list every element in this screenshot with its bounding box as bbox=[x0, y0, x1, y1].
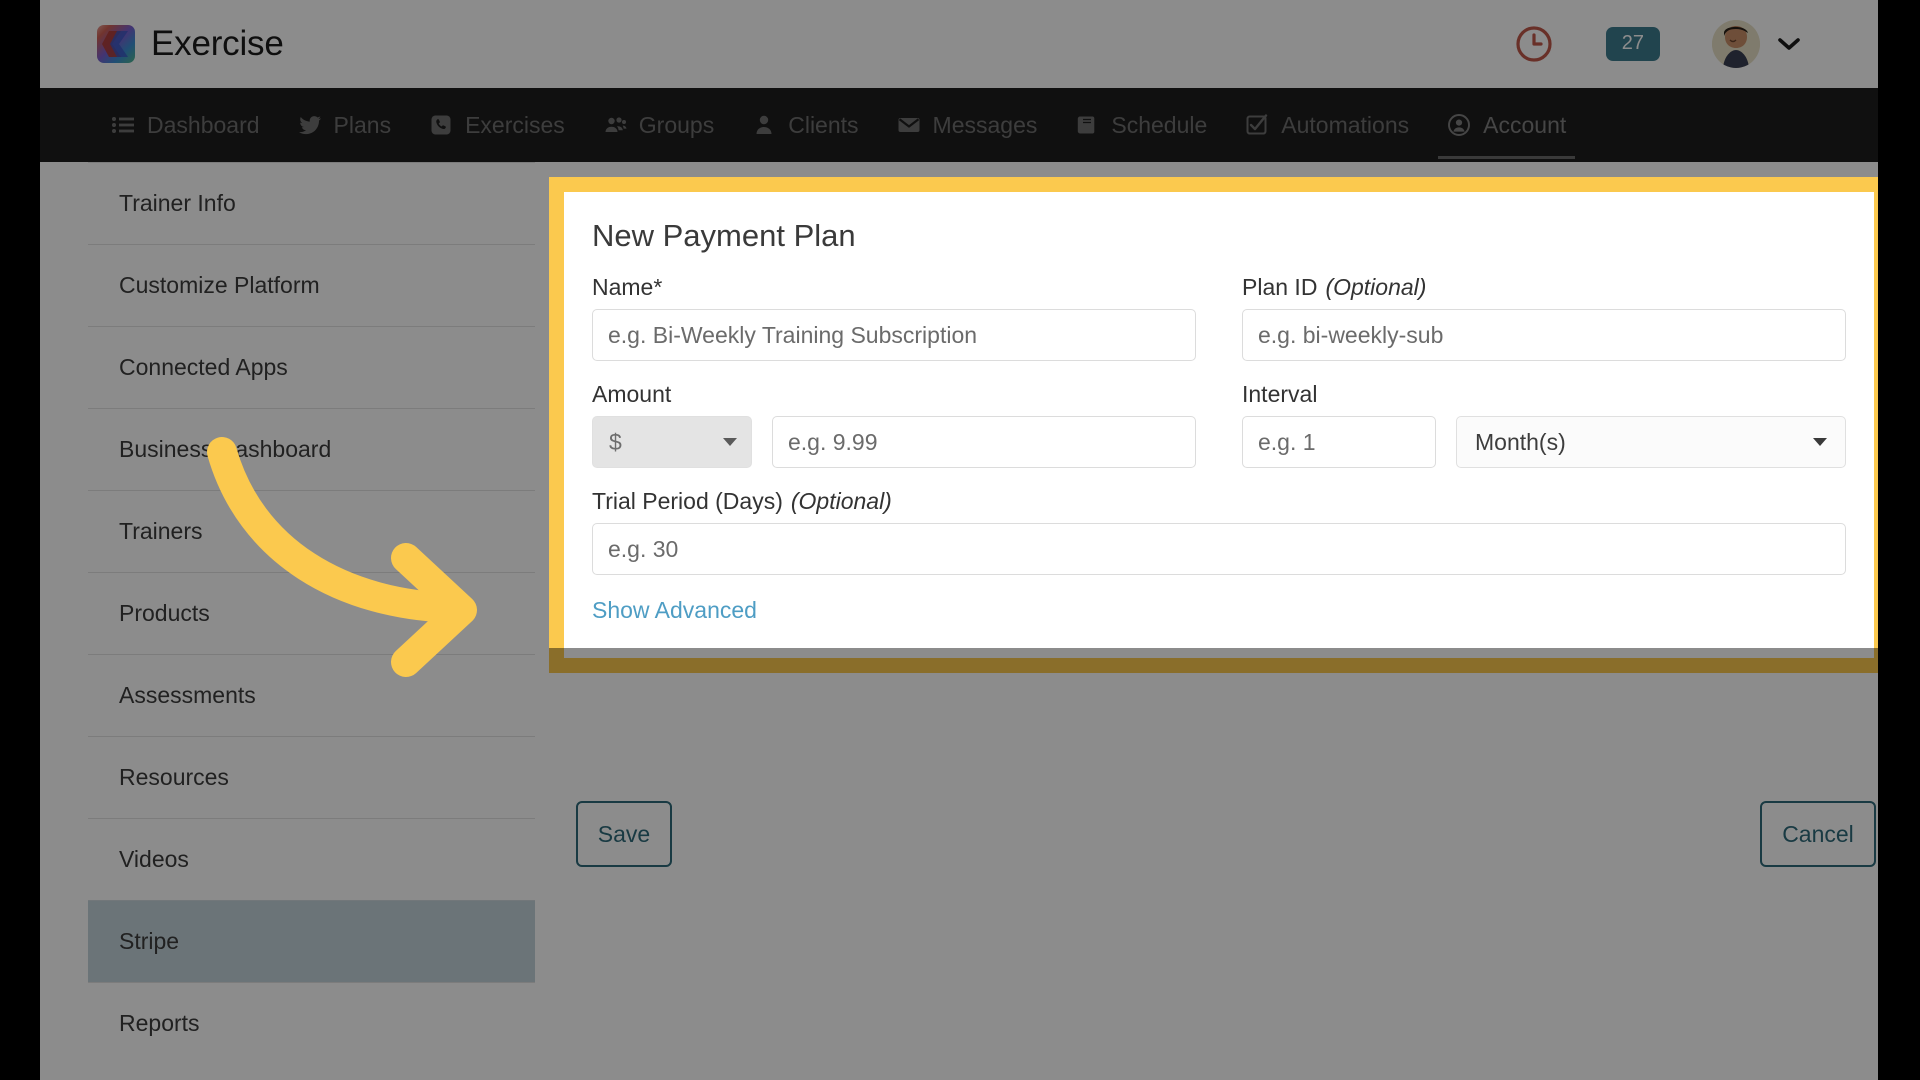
nav-item-dashboard[interactable]: Dashboard bbox=[92, 88, 279, 162]
name-label: Name* bbox=[592, 274, 1196, 301]
plan-id-label: Plan ID (Optional) bbox=[1242, 274, 1846, 301]
sidebar-item-products[interactable]: Products bbox=[88, 572, 535, 654]
interval-unit-selected-value: Month(s) bbox=[1475, 428, 1566, 455]
nav-label: Dashboard bbox=[147, 111, 260, 138]
chevron-down-icon bbox=[1813, 438, 1827, 446]
black-band-left bbox=[0, 0, 40, 1080]
nav-label: Messages bbox=[932, 111, 1038, 138]
sidebar-item-reports[interactable]: Reports bbox=[88, 982, 535, 1064]
nav-item-clients[interactable]: Clients bbox=[733, 88, 877, 162]
sidebar-item-label: Customize Platform bbox=[119, 272, 320, 298]
sidebar-item-connected-apps[interactable]: Connected Apps bbox=[88, 326, 535, 408]
plan-id-field-group: Plan ID (Optional) bbox=[1242, 274, 1846, 361]
sidebar-item-label: Resources bbox=[119, 764, 229, 790]
sidebar-item-label: Trainers bbox=[119, 518, 203, 544]
clock-icon[interactable] bbox=[1514, 24, 1554, 64]
sidebar-item-label: Assessments bbox=[119, 682, 256, 708]
nav-label: Schedule bbox=[1111, 111, 1208, 138]
interval-count-input[interactable] bbox=[1242, 416, 1436, 468]
sidebar-item-label: Videos bbox=[119, 846, 189, 872]
name-input[interactable] bbox=[592, 309, 1196, 361]
notification-badge[interactable]: 27 bbox=[1605, 27, 1660, 61]
currency-selected-value: $ bbox=[609, 428, 622, 455]
header-actions: 27 bbox=[1514, 20, 1800, 68]
sidebar-item-label: Reports bbox=[119, 1010, 200, 1036]
amount-field-group: Amount $ bbox=[592, 381, 1196, 468]
phone-icon bbox=[429, 113, 453, 137]
interval-unit-select[interactable]: Month(s) bbox=[1456, 416, 1846, 468]
nav-label: Automations bbox=[1281, 111, 1410, 138]
sidebar-item-resources[interactable]: Resources bbox=[88, 736, 535, 818]
nav-label: Clients bbox=[788, 111, 859, 138]
page-title: New Payment Plan bbox=[592, 218, 856, 253]
list-icon bbox=[111, 113, 135, 137]
plan-id-label-text: Plan ID bbox=[1242, 274, 1318, 300]
settings-sidebar: Trainer Info Customize Platform Connecte… bbox=[88, 162, 535, 1064]
black-band-right bbox=[1878, 0, 1920, 1080]
currency-select[interactable]: $ bbox=[592, 416, 752, 468]
trial-period-label-text: Trial Period (Days) bbox=[592, 488, 783, 514]
form-actions: Save Cancel bbox=[549, 801, 1878, 871]
check-square-icon bbox=[1245, 113, 1269, 137]
main-navigation: Dashboard Plans Exercises Groups Clients… bbox=[40, 88, 1878, 162]
sidebar-item-label: Products bbox=[119, 600, 210, 626]
avatar[interactable] bbox=[1712, 20, 1760, 68]
interval-label-text: Interval bbox=[1242, 381, 1318, 407]
envelope-icon bbox=[897, 113, 921, 137]
group-icon bbox=[603, 113, 627, 137]
brand-name: Exercise bbox=[151, 24, 284, 63]
sidebar-item-label: Stripe bbox=[119, 928, 180, 954]
show-advanced-link[interactable]: Show Advanced bbox=[592, 597, 757, 624]
amount-label: Amount bbox=[592, 381, 1196, 408]
trial-period-optional-text: (Optional) bbox=[790, 488, 892, 514]
nav-item-automations[interactable]: Automations bbox=[1226, 88, 1428, 162]
plan-id-input[interactable] bbox=[1242, 309, 1846, 361]
cancel-button[interactable]: Cancel bbox=[1760, 801, 1876, 867]
app-header: Exercise 27 bbox=[40, 0, 1878, 88]
nav-item-groups[interactable]: Groups bbox=[584, 88, 733, 162]
nav-label: Plans bbox=[333, 111, 392, 138]
interval-label: Interval bbox=[1242, 381, 1846, 408]
brand-logo[interactable]: Exercise bbox=[97, 24, 284, 64]
page-body: Trainer Info Customize Platform Connecte… bbox=[40, 162, 1878, 1080]
plan-id-optional-text: (Optional) bbox=[1325, 274, 1427, 300]
sidebar-item-label: Business Dashboard bbox=[119, 436, 332, 462]
book-icon bbox=[1075, 113, 1099, 137]
sidebar-item-business-dashboard[interactable]: Business Dashboard bbox=[88, 408, 535, 490]
user-circle-icon bbox=[1447, 113, 1471, 137]
nav-label: Exercises bbox=[465, 111, 565, 138]
sidebar-item-assessments[interactable]: Assessments bbox=[88, 654, 535, 736]
name-field-group: Name* bbox=[592, 274, 1196, 361]
chevron-down-icon bbox=[723, 438, 737, 446]
sidebar-item-label: Connected Apps bbox=[119, 354, 288, 380]
new-payment-plan-card: New Payment Plan Name* Plan ID (Optional… bbox=[549, 177, 1878, 673]
nav-item-exercises[interactable]: Exercises bbox=[410, 88, 584, 162]
nav-item-schedule[interactable]: Schedule bbox=[1056, 88, 1226, 162]
nav-label: Groups bbox=[638, 111, 715, 138]
trial-period-field-group: Trial Period (Days) (Optional) bbox=[592, 488, 1846, 575]
name-label-text: Name* bbox=[592, 274, 663, 300]
nav-item-messages[interactable]: Messages bbox=[878, 88, 1057, 162]
account-menu[interactable] bbox=[1712, 20, 1800, 68]
save-button[interactable]: Save bbox=[576, 801, 672, 867]
sidebar-item-trainers[interactable]: Trainers bbox=[88, 490, 535, 572]
nav-item-account[interactable]: Account bbox=[1428, 88, 1585, 162]
sidebar-item-videos[interactable]: Videos bbox=[88, 818, 535, 900]
browser-viewport: Exercise 27 Dashboard Plans Exercises Gr… bbox=[40, 0, 1878, 1080]
nav-label: Account bbox=[1483, 111, 1567, 138]
sidebar-item-stripe[interactable]: Stripe bbox=[88, 900, 535, 982]
sidebar-item-trainer-info[interactable]: Trainer Info bbox=[88, 162, 535, 244]
person-icon bbox=[752, 113, 776, 137]
sidebar-item-label: Trainer Info bbox=[119, 190, 236, 216]
amount-label-text: Amount bbox=[592, 381, 672, 407]
amount-input[interactable] bbox=[772, 416, 1196, 468]
sidebar-item-customize-platform[interactable]: Customize Platform bbox=[88, 244, 535, 326]
exercise-logo-chevron-icon bbox=[97, 25, 135, 63]
nav-item-plans[interactable]: Plans bbox=[279, 88, 411, 162]
interval-field-group: Interval Month(s) bbox=[1242, 381, 1846, 468]
chevron-down-icon[interactable] bbox=[1778, 37, 1800, 51]
trial-period-input[interactable] bbox=[592, 523, 1846, 575]
trial-period-label: Trial Period (Days) (Optional) bbox=[592, 488, 1846, 515]
bird-icon bbox=[298, 113, 322, 137]
